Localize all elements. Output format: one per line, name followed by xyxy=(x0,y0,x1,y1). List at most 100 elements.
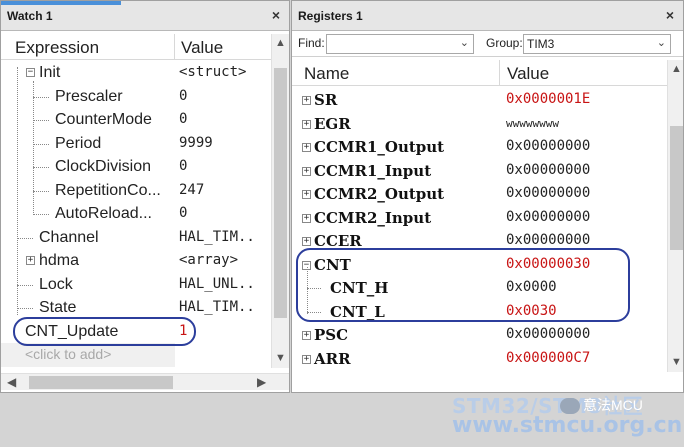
watch-hscrollbar[interactable]: ◀ ▶ xyxy=(1,373,289,390)
register-name: ARR xyxy=(314,349,351,368)
watch-row[interactable]: − Init <struct> xyxy=(1,61,271,85)
find-combobox[interactable]: ⌄ xyxy=(326,34,474,54)
register-name: CCMR2_Input xyxy=(314,208,432,227)
watch-row[interactable]: Channel HAL_TIM.. xyxy=(1,226,271,250)
watch-titlebar[interactable]: Watch 1 × xyxy=(1,1,289,31)
scroll-up-icon[interactable]: ▲ xyxy=(671,63,682,75)
registers-vscrollbar[interactable]: ▲ ▼ xyxy=(667,60,683,372)
tree-connector xyxy=(33,96,49,98)
register-row[interactable]: + EGR wwwwwwww xyxy=(292,112,667,136)
registers-close-icon[interactable]: × xyxy=(663,7,677,23)
expand-icon[interactable]: + xyxy=(302,331,311,340)
register-name: CCMR1_Output xyxy=(314,138,445,156)
scroll-down-icon[interactable]: ▼ xyxy=(275,352,286,364)
expand-icon[interactable]: + xyxy=(302,354,311,364)
column-divider[interactable] xyxy=(174,34,175,60)
watch-header: Expression Value xyxy=(1,34,273,60)
watch-value: 0 xyxy=(179,111,188,127)
register-value: wwwwwwww xyxy=(506,116,559,130)
watch-expression: RepetitionCo... xyxy=(55,181,161,199)
watermark-line2: www.stmcu.org.cn xyxy=(452,413,683,438)
scroll-down-icon[interactable]: ▼ xyxy=(671,356,682,368)
watch-row[interactable]: + hdma <array> xyxy=(1,249,271,273)
scroll-up-icon[interactable]: ▲ xyxy=(275,37,286,49)
watch-row[interactable]: AutoReload... 0 xyxy=(1,202,271,226)
col-value[interactable]: Value xyxy=(507,64,549,84)
col-value[interactable]: Value xyxy=(181,38,223,58)
registers-vscroll-thumb[interactable] xyxy=(670,126,683,250)
active-accent xyxy=(1,1,121,5)
watch-expression: Init xyxy=(39,64,61,81)
watch-hscroll-thumb[interactable] xyxy=(29,376,173,389)
register-row[interactable]: + CCMR1_Output 0x00000000 xyxy=(292,135,667,159)
register-row[interactable]: + CCMR2_Input 0x00000000 xyxy=(292,206,667,230)
highlight-oval-cnt xyxy=(296,248,630,322)
expand-icon[interactable]: + xyxy=(302,190,311,199)
register-name: EGR xyxy=(314,114,351,133)
watch-vscrollbar[interactable]: ▲ ▼ xyxy=(271,34,289,368)
expand-icon[interactable]: + xyxy=(26,256,35,265)
watch-row[interactable]: <click to add> xyxy=(1,343,175,367)
watch-value: HAL_TIM.. xyxy=(179,228,255,245)
wechat-label: 意法MCU xyxy=(583,397,643,413)
collapse-icon[interactable]: − xyxy=(26,68,35,77)
tree-connector xyxy=(17,284,33,286)
watch-row[interactable]: CounterMode 0 xyxy=(1,108,271,132)
register-value: 0x0000001E xyxy=(506,91,591,107)
scroll-right-icon[interactable]: ▶ xyxy=(257,375,266,389)
register-value: 0x00000000 xyxy=(506,208,591,225)
watch-title: Watch 1 xyxy=(7,9,53,23)
watch-value: HAL_TIM.. xyxy=(179,299,255,315)
register-row[interactable]: + CCMR1_Input 0x00000000 xyxy=(292,159,667,183)
tree-connector xyxy=(17,308,33,309)
register-value: 0x00000000 xyxy=(506,232,591,248)
chevron-down-icon[interactable]: ⌄ xyxy=(460,36,469,49)
group-combobox[interactable]: TIM3 ⌄ xyxy=(523,34,671,54)
wechat-icon xyxy=(560,398,580,415)
register-name: PSC xyxy=(314,326,349,344)
watch-vscroll-thumb[interactable] xyxy=(274,68,287,318)
scroll-left-icon[interactable]: ◀ xyxy=(7,375,16,389)
register-row[interactable]: + SR 0x0000001E xyxy=(292,88,667,112)
watch-row[interactable]: Period 9999 xyxy=(1,132,271,156)
tree-connector xyxy=(33,214,49,215)
watch-expression: Channel xyxy=(39,228,99,246)
watch-expression: Lock xyxy=(39,275,73,293)
watch-row[interactable]: Prescaler 0 xyxy=(1,85,271,109)
watch-expression: AutoReload... xyxy=(55,205,152,222)
register-value: 0x000000C7 xyxy=(506,349,591,366)
expand-icon[interactable]: + xyxy=(302,166,311,176)
watch-row[interactable]: RepetitionCo... 247 xyxy=(1,179,271,203)
registers-title: Registers 1 xyxy=(298,9,363,23)
watch-row[interactable]: Lock HAL_UNL.. xyxy=(1,273,271,297)
watch-expression: Period xyxy=(55,134,102,152)
watch-value: 0 xyxy=(179,158,188,174)
expand-icon[interactable]: + xyxy=(302,237,311,246)
group-value: TIM3 xyxy=(527,37,555,51)
watch-expression: CounterMode xyxy=(55,111,152,128)
registers-titlebar[interactable]: Registers 1 × xyxy=(292,1,683,31)
watch-value: <struct> xyxy=(179,64,247,80)
watch-expression: hdma xyxy=(39,252,80,269)
register-name: SR xyxy=(314,91,338,109)
chevron-down-icon[interactable]: ⌄ xyxy=(657,36,666,49)
col-name[interactable]: Name xyxy=(304,64,349,84)
col-expression[interactable]: Expression xyxy=(15,38,99,58)
watch-row[interactable]: ClockDivision 0 xyxy=(1,155,271,179)
register-row[interactable]: + ARR 0x000000C7 xyxy=(292,347,667,371)
expand-icon[interactable]: + xyxy=(302,119,311,129)
expand-icon[interactable]: + xyxy=(302,143,311,152)
register-row[interactable]: + PSC 0x00000000 xyxy=(292,323,667,347)
watch-close-icon[interactable]: × xyxy=(269,7,283,23)
register-value: 0x00000000 xyxy=(506,161,591,178)
highlight-oval-cnt-update xyxy=(13,317,196,346)
register-value: 0x00000000 xyxy=(506,326,591,342)
watch-value: <array> xyxy=(179,252,239,268)
expand-icon[interactable]: + xyxy=(302,96,311,105)
registers-window: Registers 1 × Find: ⌄ Group: TIM3 ⌄ Name… xyxy=(291,0,684,393)
watch-row[interactable]: State HAL_TIM.. xyxy=(1,296,271,320)
watch-value: 0 xyxy=(179,205,188,221)
register-row[interactable]: + CCMR2_Output 0x00000000 xyxy=(292,182,667,206)
expand-icon[interactable]: + xyxy=(302,213,311,223)
column-divider[interactable] xyxy=(499,60,500,86)
